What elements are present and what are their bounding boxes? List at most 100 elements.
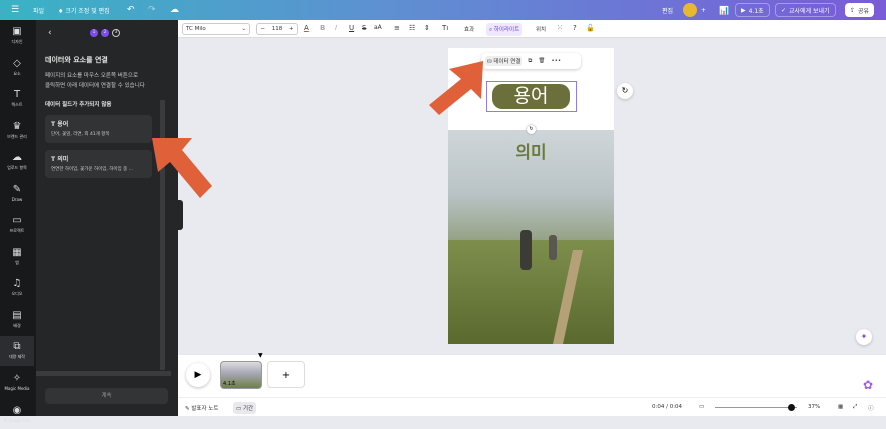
back-icon[interactable]: ‹ <box>48 28 52 38</box>
decrease-icon[interactable]: − <box>260 26 265 32</box>
cyclist <box>520 230 532 270</box>
zoom-level: 37% <box>808 404 821 410</box>
arrow-shape <box>429 61 483 115</box>
refresh-icon[interactable]: ↻ <box>617 83 633 99</box>
rail-item-bulk-create[interactable]: ⧉ 대량 제작 <box>0 336 34 366</box>
rail-item-apps[interactable]: ▦ 앱 <box>0 242 34 272</box>
rail-item-text[interactable]: T 텍스트 <box>0 84 34 114</box>
lock-icon[interactable]: 🔓 <box>586 24 595 32</box>
rail-item-brand[interactable]: ♛ 브랜드 관리 <box>0 116 34 146</box>
duplicate-icon[interactable]: ⧉ <box>528 58 532 65</box>
insights-icon[interactable]: 📊 <box>719 6 729 15</box>
field-values: 단어, 꽃잎, 라면, 외 41개 항목 <box>51 132 110 137</box>
top-bar: ☰ 파일 ♦ 크기 조정 및 편집 ↶ ↷ ☁ 편집 + 📊 ▶ 4.1초 ✓ 교사… <box>0 0 886 20</box>
file-menu[interactable]: 파일 <box>33 6 44 15</box>
zoom-slider[interactable] <box>715 404 797 411</box>
field-values: 연연한 하이임, 꽃가운 하이임, 하이임 중 ... <box>51 167 133 172</box>
rail-item-draw[interactable]: ✎ Draw <box>0 179 34 209</box>
bold-icon[interactable]: B <box>320 24 325 32</box>
page-thumbnail[interactable]: 4.1초 <box>220 361 262 389</box>
horizontal-scrollbar[interactable] <box>36 371 171 376</box>
align-icon[interactable]: ≡ <box>394 24 400 32</box>
italic-icon[interactable]: I <box>335 24 337 32</box>
rail-item-music[interactable]: ♫ 오디오 <box>0 273 34 303</box>
help-icon[interactable]: ⓘ <box>868 404 874 412</box>
send-label: 교사에게 보내기 <box>789 7 830 15</box>
highlight-button[interactable]: ⌕ 하이라이트 <box>486 23 523 36</box>
font-size-stepper[interactable]: − 118 + <box>256 23 298 35</box>
meaning-text[interactable]: 의미 <box>448 138 614 163</box>
rail-item-layout[interactable]: ▣ 디자인 <box>0 21 34 51</box>
share-button[interactable]: ⇪ 공유 <box>845 3 875 17</box>
spacing-icon[interactable]: ⇕ <box>424 24 430 32</box>
footer-bar: ✎ 발표자 노트 ▭ 기간 0:04 / 0:04 ▭ 37% ▦ ⤢ ⓘ <box>178 397 886 416</box>
case-icon[interactable]: aA <box>374 24 382 31</box>
presenter-notes-button[interactable]: ✎ 발표자 노트 <box>185 404 218 412</box>
rotate-icon[interactable]: ↻ <box>527 125 536 134</box>
shapes-icon: ◇ <box>13 57 21 69</box>
rail-label: 브랜드 관리 <box>7 133 27 139</box>
cloud-save-icon: ☁ <box>170 5 179 15</box>
rail-item-upload[interactable]: ☁ 업로드 항목 <box>0 147 34 177</box>
chevron-down-icon: ⌄ <box>241 26 246 32</box>
effects-button[interactable]: 효과 <box>464 25 474 33</box>
rail-item-folder[interactable]: ▭ 프로젝트 <box>0 210 34 240</box>
add-collaborator-icon[interactable]: + <box>701 7 706 14</box>
delete-icon[interactable]: 🗑 <box>538 58 545 64</box>
check-circle-icon: ✓ <box>781 6 787 14</box>
data-field-term[interactable]: T 용어 단어, 꽃잎, 라면, 외 41개 항목 <box>45 115 152 143</box>
increase-icon[interactable]: + <box>289 26 294 32</box>
grid-view-icon[interactable]: ▦ <box>838 404 843 410</box>
rail-item-ai-image[interactable]: ◉ AI Image Gen <box>0 399 34 429</box>
rail-item-shapes[interactable]: ◇ 요소 <box>0 53 34 83</box>
text-icon: T <box>51 156 56 163</box>
duration-label: 기간 <box>242 406 254 412</box>
playhead-icon[interactable]: ▼ <box>258 352 263 359</box>
edit-mode[interactable]: 편집 <box>662 6 673 15</box>
more-icon[interactable]: ••• <box>551 58 561 64</box>
rail-label: Magic Media <box>4 386 30 391</box>
step-3: 3 <box>112 29 120 37</box>
rail-item-background[interactable]: ▤ 배경 <box>0 305 34 335</box>
thumbnail-duration: 4.1초 <box>223 381 236 387</box>
ai-image-icon: ◉ <box>12 404 22 416</box>
underline-icon[interactable]: U <box>349 24 354 32</box>
help-flower-icon[interactable]: ✿ <box>863 378 877 392</box>
step-1: 1 <box>90 29 98 37</box>
transparency-icon[interactable]: ⁙ <box>557 24 563 32</box>
resize-label: 크기 조정 및 편집 <box>65 7 110 15</box>
data-field-meaning[interactable]: T 의미 연연한 하이임, 꽃가운 하이임, 하이임 중 ... <box>45 150 152 178</box>
format-painter-icon[interactable]: ? <box>573 24 577 32</box>
text-direction-icon[interactable]: Tı <box>442 24 448 32</box>
rail-label: AI Image Gen <box>3 417 31 423</box>
panel-desc-1: 페이지의 요소를 마우스 오른쪽 버튼으로 <box>45 73 139 79</box>
screen-icon[interactable]: ▭ <box>699 404 704 410</box>
text-color-icon[interactable]: A <box>304 24 309 32</box>
text-toolbar: TC Milo ⌄ −118 + A B I U S aA ≡ ☷ ⇕ Tı 효과 … <box>178 20 886 38</box>
undo-icon[interactable]: ↶ <box>127 5 135 15</box>
share-icon: ⇪ <box>850 6 856 14</box>
list-icon[interactable]: ☷ <box>409 24 415 32</box>
magic-assistant-icon[interactable]: ✦ <box>856 329 872 345</box>
menu-icon[interactable]: ☰ <box>11 5 19 15</box>
play-timeline-button[interactable]: ▶ <box>186 363 210 387</box>
font-select[interactable]: TC Milo ⌄ <box>182 23 250 35</box>
folder-icon: ▭ <box>12 215 22 226</box>
continue-button[interactable]: 계속 <box>45 388 168 404</box>
play-icon: ▶ <box>741 6 746 14</box>
add-page-button[interactable]: + <box>267 361 305 388</box>
play-button[interactable]: ▶ 4.1초 <box>735 3 770 17</box>
brand-icon: ♛ <box>12 120 22 132</box>
font-size-value[interactable]: 118 <box>272 26 283 32</box>
resize-button[interactable]: ♦ 크기 조정 및 편집 <box>58 6 110 15</box>
redo-icon[interactable]: ↷ <box>148 5 156 15</box>
duration-button[interactable]: ▭ 기간 <box>233 402 257 414</box>
zoom-slider-knob[interactable] <box>787 404 795 411</box>
avatar[interactable] <box>683 3 697 17</box>
rail-label: 대량 제작 <box>9 354 25 359</box>
position-button[interactable]: 위치 <box>536 25 546 33</box>
rail-item-magic-media[interactable]: ✧ Magic Media <box>0 368 34 398</box>
strikethrough-icon[interactable]: S <box>362 24 366 32</box>
fullscreen-icon[interactable]: ⤢ <box>853 404 857 411</box>
send-to-teacher-button[interactable]: ✓ 교사에게 보내기 <box>775 3 836 17</box>
